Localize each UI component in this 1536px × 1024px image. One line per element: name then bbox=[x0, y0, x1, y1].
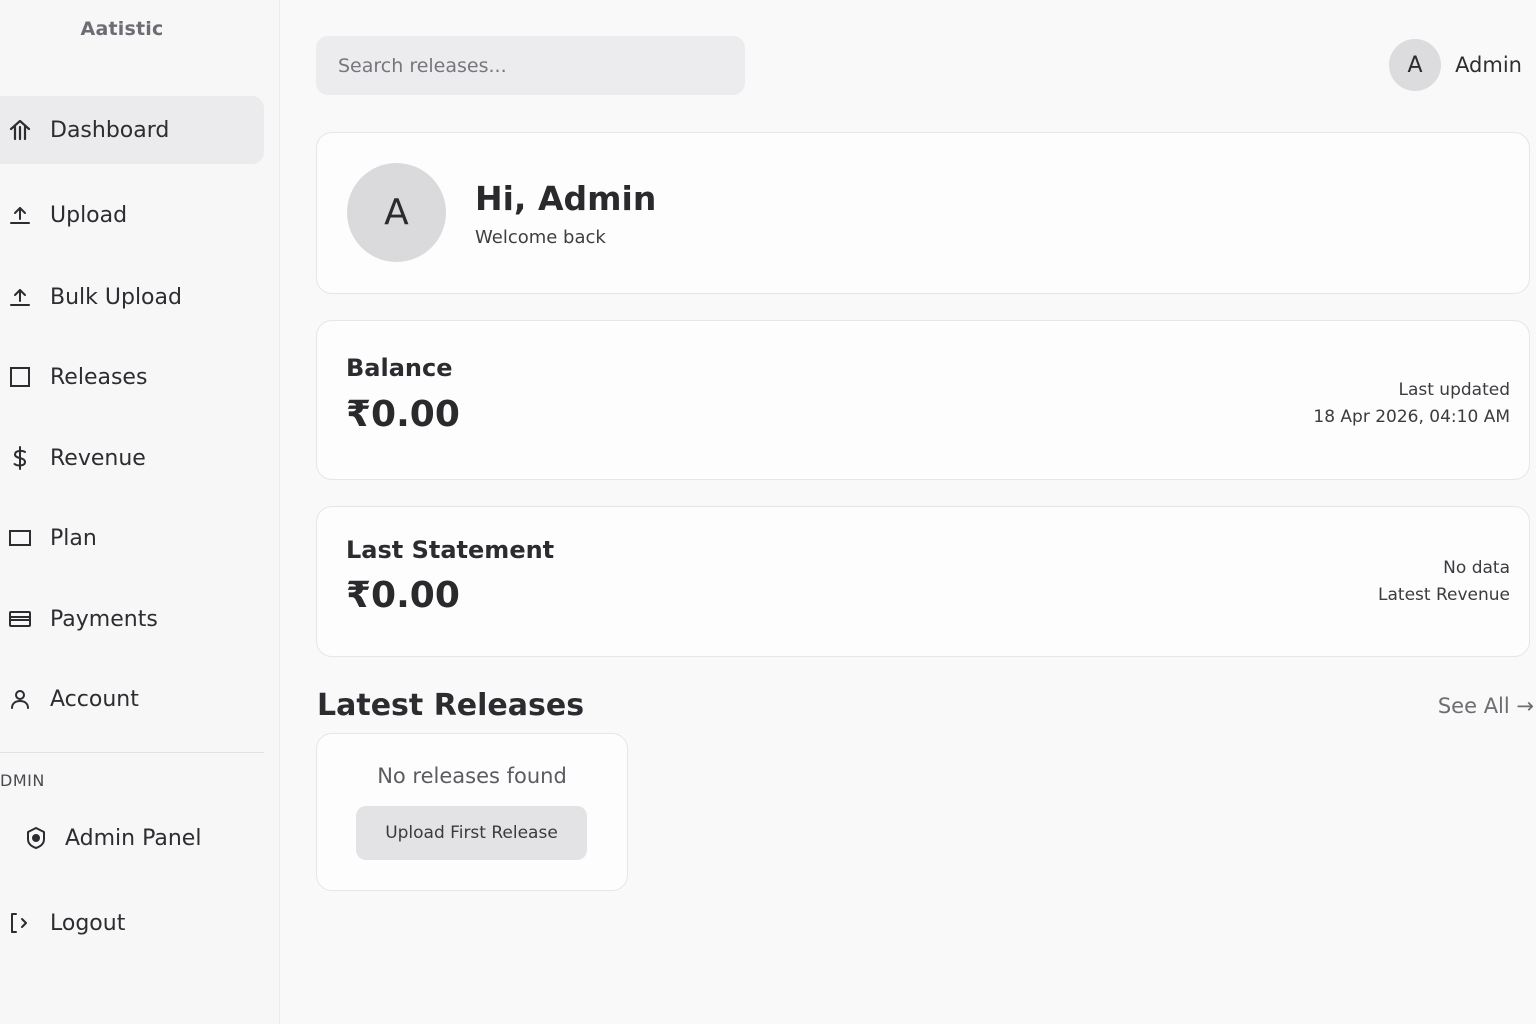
sidebar-item-label: Admin Panel bbox=[65, 825, 202, 851]
see-all-link[interactable]: See All → bbox=[1438, 694, 1534, 718]
avatar[interactable]: A bbox=[1389, 39, 1442, 91]
sidebar-item-revenue[interactable]: Revenue bbox=[0, 424, 264, 492]
dollar-icon bbox=[8, 446, 32, 470]
sidebar-item-label: Revenue bbox=[50, 445, 146, 471]
sidebar: Aatistic Dashboard Upload Bulk Upload Re… bbox=[0, 0, 280, 1024]
upload-icon bbox=[8, 203, 32, 227]
sidebar-item-upload[interactable]: Upload bbox=[0, 181, 264, 249]
logout-icon bbox=[8, 911, 32, 935]
shield-icon bbox=[24, 826, 48, 850]
home-icon bbox=[8, 118, 32, 142]
sidebar-item-account[interactable]: Account bbox=[0, 665, 264, 733]
user-icon bbox=[8, 687, 32, 711]
sidebar-item-logout[interactable]: Logout bbox=[0, 889, 264, 957]
user-name[interactable]: Admin bbox=[1455, 53, 1522, 77]
admin-section-label: DMIN bbox=[0, 771, 45, 790]
balance-meta: Last updated 18 Apr 2026, 04:10 AM bbox=[1313, 377, 1510, 431]
sidebar-item-payments[interactable]: Payments bbox=[0, 585, 264, 653]
sidebar-item-label: Upload bbox=[50, 202, 128, 228]
last-updated-value: 18 Apr 2026, 04:10 AM bbox=[1313, 407, 1510, 427]
statement-meta-label: Latest Revenue bbox=[1378, 585, 1510, 605]
sidebar-item-admin-panel[interactable]: Admin Panel bbox=[0, 804, 264, 872]
sidebar-item-bulk-upload[interactable]: Bulk Upload bbox=[0, 263, 264, 331]
statement-amount: ₹0.00 bbox=[346, 575, 460, 616]
profile-avatar: A bbox=[347, 163, 446, 262]
statement-status: No data bbox=[1443, 558, 1510, 578]
rectangle-icon bbox=[8, 526, 32, 550]
sidebar-item-label: Payments bbox=[50, 606, 158, 632]
statement-title: Last Statement bbox=[346, 536, 555, 564]
greeting-card: A Hi, Admin Welcome back bbox=[316, 132, 1530, 294]
sidebar-item-label: Account bbox=[50, 686, 139, 712]
last-updated-label: Last updated bbox=[1398, 380, 1510, 400]
upload-first-release-button[interactable]: Upload First Release bbox=[356, 806, 587, 860]
empty-releases-card: No releases found Upload First Release bbox=[316, 733, 628, 891]
brand-logo[interactable]: Aatistic bbox=[0, 18, 244, 40]
sidebar-item-plan[interactable]: Plan bbox=[0, 504, 264, 572]
sidebar-item-releases[interactable]: Releases bbox=[0, 343, 264, 411]
sidebar-item-label: Releases bbox=[50, 364, 148, 390]
sidebar-item-label: Dashboard bbox=[50, 117, 170, 143]
balance-amount: ₹0.00 bbox=[346, 394, 460, 435]
sidebar-item-dashboard[interactable]: Dashboard bbox=[0, 96, 264, 164]
upload-icon bbox=[8, 285, 32, 309]
greeting-title: Hi, Admin bbox=[475, 179, 657, 218]
empty-state-text: No releases found bbox=[377, 764, 567, 788]
sidebar-item-label: Bulk Upload bbox=[50, 284, 182, 310]
user-menu[interactable]: A Admin bbox=[1389, 39, 1522, 91]
latest-releases-title: Latest Releases bbox=[317, 688, 585, 723]
statement-meta: No data Latest Revenue bbox=[1378, 555, 1510, 609]
greeting-subtitle: Welcome back bbox=[475, 227, 606, 248]
square-icon bbox=[8, 365, 32, 389]
card-icon bbox=[8, 607, 32, 631]
balance-title: Balance bbox=[346, 354, 453, 382]
main-content: A Admin A Hi, Admin Welcome back Balance… bbox=[280, 0, 1536, 1024]
sidebar-item-label: Plan bbox=[50, 525, 97, 551]
balance-card: Balance ₹0.00 Last updated 18 Apr 2026, … bbox=[316, 320, 1530, 480]
sidebar-item-label: Logout bbox=[50, 910, 126, 936]
statement-card: Last Statement ₹0.00 No data Latest Reve… bbox=[316, 506, 1530, 657]
sidebar-divider bbox=[0, 752, 264, 753]
search-input[interactable] bbox=[316, 36, 745, 95]
